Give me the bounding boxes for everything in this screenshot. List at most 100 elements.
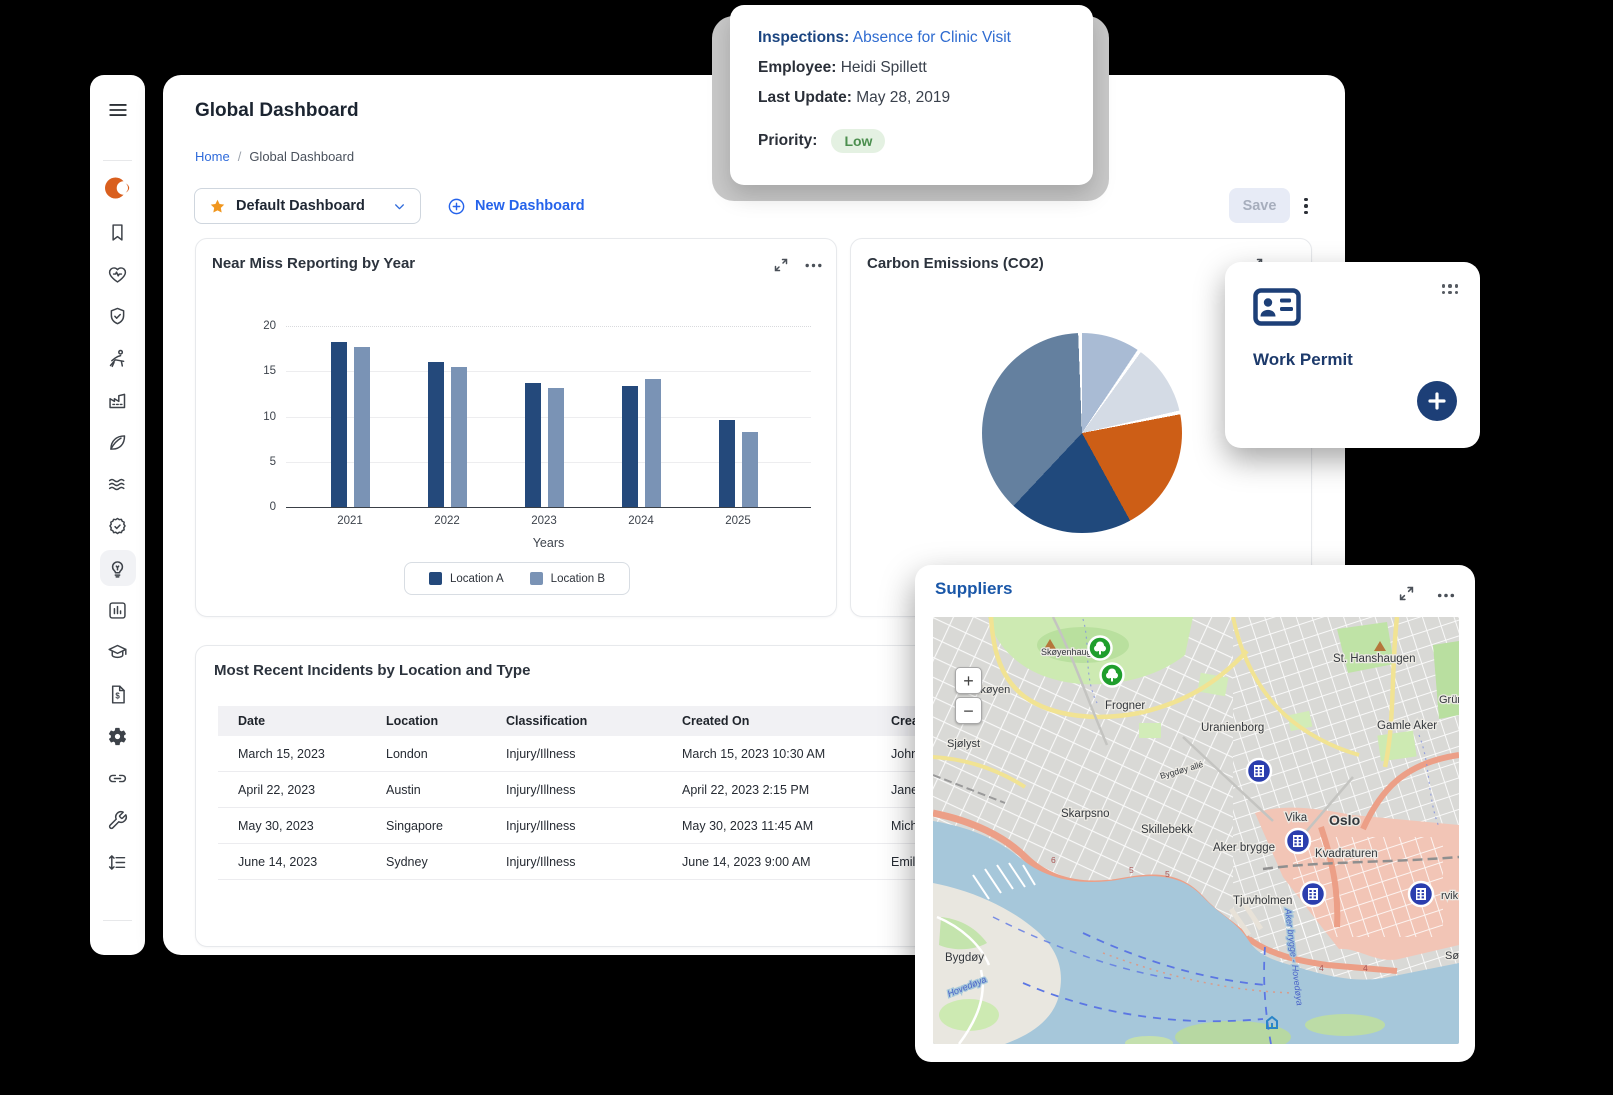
bar-2023-location-b — [548, 388, 564, 507]
supplier-building-marker[interactable] — [1301, 882, 1325, 906]
breadcrumb-current: Global Dashboard — [249, 149, 354, 164]
supplier-building-marker[interactable] — [1286, 829, 1310, 853]
star-icon — [209, 198, 226, 215]
plus-circle-icon — [447, 197, 466, 216]
suppliers-map[interactable]: SkøyenhaugenSkøyenSt. HanshaugenGrüneFro… — [933, 617, 1459, 1044]
popup-title-value: Absence for Clinic Visit — [853, 29, 1011, 46]
supplier-building-marker[interactable] — [1247, 759, 1271, 783]
sidebar-divider — [103, 160, 132, 161]
map-label: 6 — [1051, 855, 1056, 865]
map-zoom-controls: + − — [955, 667, 982, 724]
map-label: Uranienborg — [1201, 722, 1264, 734]
popup-last-update: Last Update: May 28, 2019 — [758, 89, 1093, 107]
sidebar-item-lightbulb[interactable] — [90, 547, 145, 589]
wrench-icon — [107, 810, 128, 831]
tree-marker[interactable] — [1101, 664, 1124, 687]
bar-chart-icon — [107, 600, 128, 621]
sidebar-divider — [103, 920, 132, 921]
ellipsis-menu-icon[interactable] — [1437, 587, 1455, 603]
bar-2023-location-a — [525, 383, 541, 507]
dashboard-selector-dropdown[interactable]: Default Dashboard — [194, 188, 421, 224]
sidebar-item-graduation-cap[interactable] — [90, 631, 145, 673]
map-label: Grüne — [1439, 694, 1459, 706]
column-header: Location — [366, 706, 486, 736]
priority-badge: Low — [831, 129, 885, 153]
expand-icon[interactable] — [772, 257, 790, 273]
map-label: Vika — [1285, 812, 1308, 824]
svg-text:$: $ — [115, 691, 120, 700]
sidebar-item-settings-gear[interactable] — [90, 715, 145, 757]
sidebar-item-list-sort[interactable] — [90, 841, 145, 883]
zoom-in-button[interactable]: + — [955, 667, 982, 694]
sidebar-item-bar-chart[interactable] — [90, 589, 145, 631]
table-cell: March 15, 2023 10:30 AM — [662, 736, 871, 772]
y-axis-tick: 20 — [263, 320, 276, 332]
table-cell: June 14, 2023 — [218, 844, 366, 880]
work-permit-card[interactable]: Work Permit — [1225, 262, 1480, 448]
chart-legend: Location ALocation B — [404, 562, 630, 595]
sidebar-item-shield-check[interactable] — [90, 295, 145, 337]
table-cell: Singapore — [366, 808, 486, 844]
new-dashboard-button[interactable]: New Dashboard — [437, 188, 595, 224]
suppliers-title: Suppliers — [935, 579, 1012, 599]
leaf-icon — [107, 432, 128, 453]
drag-handle-icon[interactable] — [1442, 284, 1459, 294]
shield-check-icon — [107, 306, 128, 327]
zoom-out-button[interactable]: − — [955, 697, 982, 724]
sidebar-item-waves[interactable] — [90, 463, 145, 505]
x-axis-tick: 2025 — [725, 515, 751, 527]
table-cell: May 30, 2023 — [218, 808, 366, 844]
ellipsis-menu-icon[interactable] — [804, 257, 822, 273]
y-axis-tick: 15 — [263, 365, 276, 377]
breadcrumb-home-link[interactable]: Home — [195, 149, 230, 164]
hamburger-menu-icon[interactable] — [107, 99, 129, 126]
map-label: St. Hanshaugen — [1333, 653, 1415, 665]
sidebar-item-health-heart[interactable] — [90, 253, 145, 295]
graduation-cap-icon — [107, 642, 128, 663]
sidebar-item-badge-check[interactable] — [90, 505, 145, 547]
legend-item: Location A — [429, 572, 504, 585]
table-cell: Injury/Illness — [486, 808, 662, 844]
save-button[interactable]: Save — [1229, 188, 1290, 223]
sidebar-item-wrench[interactable] — [90, 799, 145, 841]
near-miss-chart-card: Near Miss Reporting by Year 051015202021… — [195, 238, 837, 617]
waves-icon — [107, 474, 128, 495]
kebab-menu-icon[interactable] — [1297, 196, 1315, 216]
ergonomics-icon — [107, 348, 128, 369]
app-logo-icon[interactable] — [103, 173, 133, 208]
sidebar-item-leaf[interactable] — [90, 421, 145, 463]
chevron-down-icon — [393, 200, 406, 213]
new-dashboard-label: New Dashboard — [475, 198, 585, 214]
plus-icon — [1427, 391, 1447, 411]
map-label: 5 — [1129, 865, 1134, 875]
sidebar-item-ergonomics[interactable] — [90, 337, 145, 379]
map-label: Aker brygge — [1213, 842, 1275, 854]
sidebar-item-bookmark[interactable] — [90, 211, 145, 253]
pie-chart — [982, 333, 1182, 533]
sidebar-item-factory[interactable] — [90, 379, 145, 421]
y-axis-tick: 5 — [270, 456, 276, 468]
table-cell: Sydney — [366, 844, 486, 880]
sidebar-item-link[interactable] — [90, 757, 145, 799]
sidebar-item-billing-document[interactable]: $ — [90, 673, 145, 715]
inspection-popup-card[interactable]: Inspections: Absence for Clinic Visit Em… — [730, 5, 1093, 185]
table-cell: May 30, 2023 11:45 AM — [662, 808, 871, 844]
chart-title: Carbon Emissions (CO2) — [867, 255, 1044, 272]
x-axis-tick: 2024 — [628, 515, 654, 527]
suppliers-card: Suppliers — [915, 565, 1475, 1062]
map-label: 4 — [1319, 963, 1324, 973]
table-cell: March 15, 2023 — [218, 736, 366, 772]
link-icon — [107, 768, 128, 789]
tree-marker[interactable] — [1089, 637, 1112, 660]
y-axis-tick: 10 — [263, 411, 276, 423]
x-axis-tick: 2023 — [531, 515, 557, 527]
factory-icon — [107, 390, 128, 411]
bookmark-icon — [107, 222, 128, 243]
table-cell: Injury/Illness — [486, 736, 662, 772]
add-work-permit-button[interactable] — [1417, 381, 1457, 421]
bar-2022-location-b — [451, 367, 467, 507]
breadcrumb: Home / Global Dashboard — [195, 149, 354, 164]
table-cell: Austin — [366, 772, 486, 808]
expand-icon[interactable] — [1397, 585, 1415, 601]
supplier-building-marker[interactable] — [1409, 882, 1433, 906]
